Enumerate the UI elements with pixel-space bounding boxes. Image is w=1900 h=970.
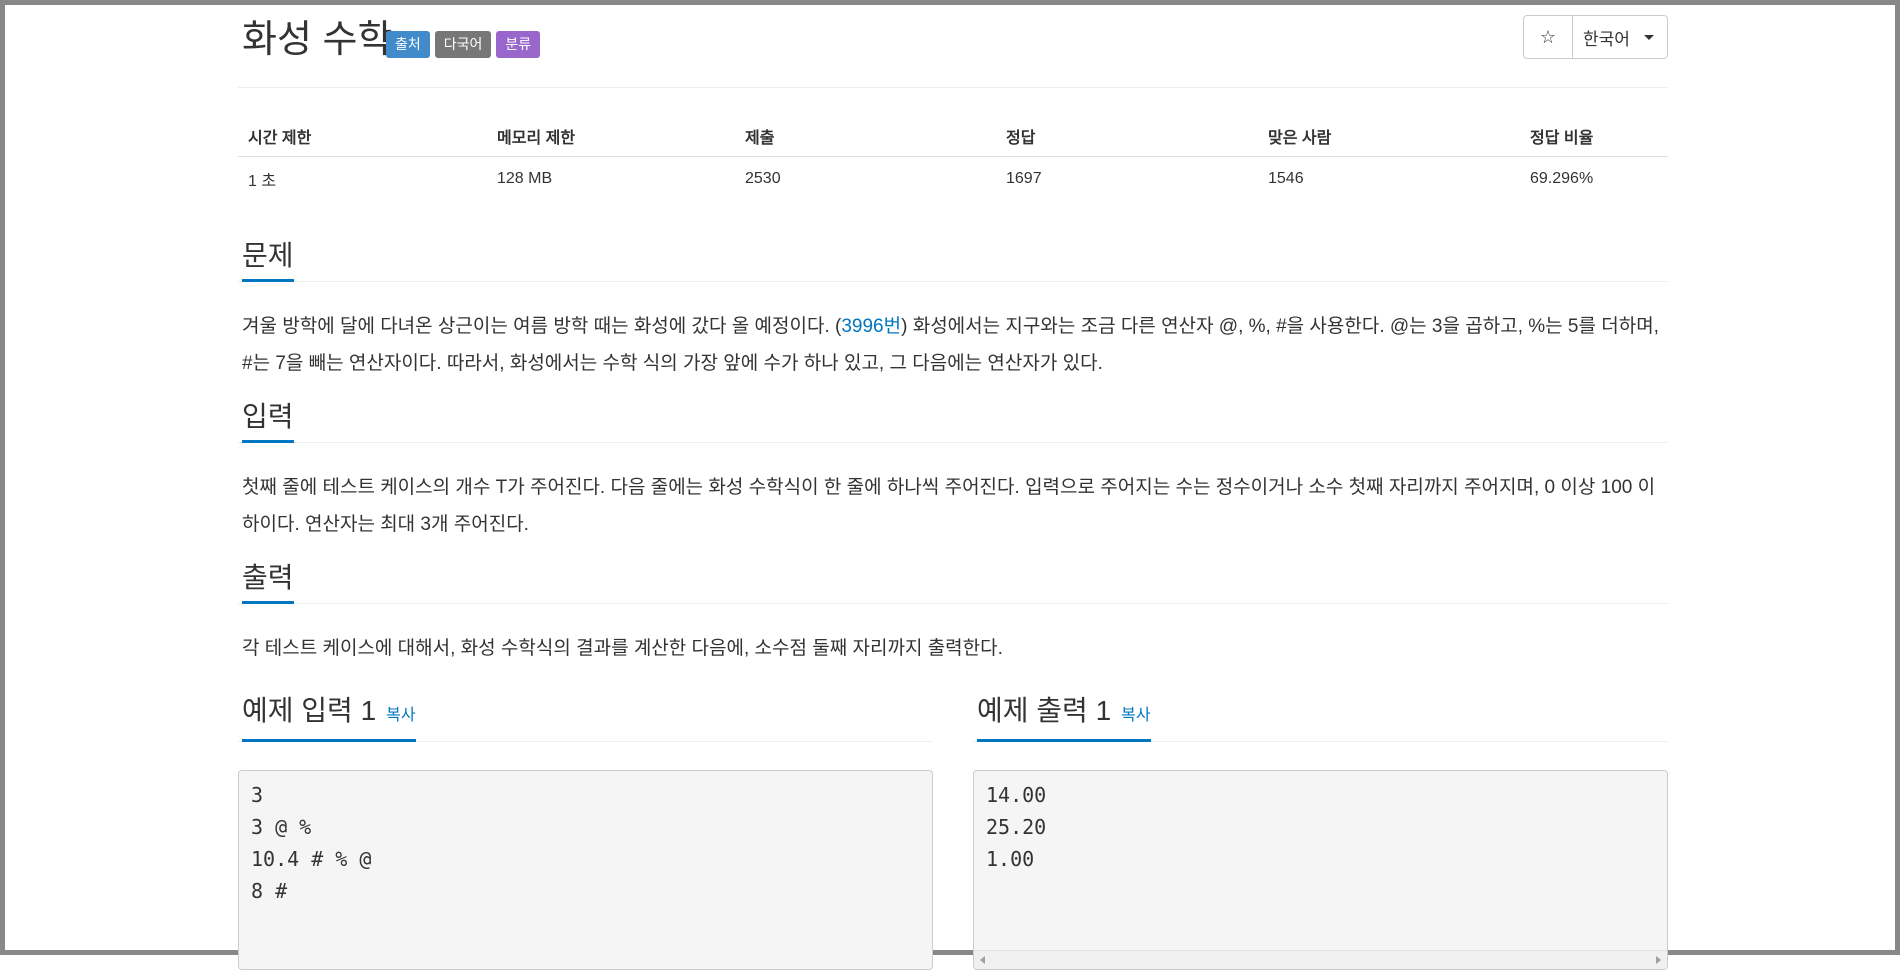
- input-heading: 입력: [242, 400, 294, 443]
- header-actions: ☆ 한국어: [1523, 15, 1668, 59]
- code-line: 25.20: [986, 815, 1047, 839]
- input-section: 입력 첫째 줄에 테스트 케이스의 개수 T가 주어진다. 다음 줄에는 화성 …: [238, 396, 1668, 543]
- stats-header-accepted: 정답: [996, 116, 1258, 157]
- code-line: 8 #: [251, 879, 288, 903]
- section-header: 예제 출력 1 복사: [973, 695, 1668, 742]
- section-header: 문제: [238, 235, 1668, 282]
- stats-header-ratio: 정답 비율: [1520, 116, 1668, 157]
- horizontal-scrollbar[interactable]: [974, 950, 1667, 969]
- sample-input-box[interactable]: 3 3 @ % 10.4 # % @ 8 #: [238, 770, 933, 970]
- code-line: 10.4 # % @: [251, 847, 372, 871]
- source-label[interactable]: 출처: [386, 31, 430, 58]
- stats-time-limit: 1 초: [248, 173, 277, 190]
- scroll-right-icon[interactable]: [1656, 956, 1661, 964]
- stats-solvers: 1546: [1268, 170, 1304, 187]
- category-label[interactable]: 분류: [496, 31, 541, 58]
- sample-input-column: 예제 입력 1 복사 3 3 @ % 10.4 # % @ 8 #: [238, 695, 933, 970]
- problem-description-section: 문제 겨울 방학에 달에 다녀온 상근이는 여름 방학 때는 화성에 갔다 올 …: [238, 235, 1668, 382]
- stats-memory-limit: 128 MB: [497, 170, 553, 187]
- code-line: 3 @ %: [251, 815, 312, 839]
- problem-description: 겨울 방학에 달에 다녀온 상근이는 여름 방학 때는 화성에 갔다 올 예정이…: [238, 282, 1668, 382]
- problem-stats-table: 시간 제한 메모리 제한 제출 정답 맞은 사람 정답 비율 1 초 128 M…: [238, 116, 1668, 201]
- caret-down-icon: [1643, 34, 1654, 40]
- section-header: 예제 입력 1 복사: [238, 695, 933, 742]
- copy-sample-input-button[interactable]: 복사: [386, 699, 415, 733]
- output-description: 각 테스트 케이스에 대해서, 화성 수학식의 결과를 계산한 다음에, 소수점…: [242, 638, 1003, 659]
- problem-heading: 문제: [242, 239, 294, 282]
- problem-page: 화성 수학 출처 다국어 분류 ☆ 한국어 시간 제한 메모리 제한 제출 정답…: [238, 5, 1668, 970]
- section-header: 입력: [238, 396, 1668, 443]
- stats-header-row: 시간 제한 메모리 제한 제출 정답 맞은 사람 정답 비율: [238, 116, 1668, 157]
- scroll-left-icon[interactable]: [980, 956, 985, 964]
- section-header: 출력: [238, 557, 1668, 604]
- language-dropdown[interactable]: 한국어: [1573, 16, 1667, 58]
- problem-labels: 출처 다국어 분류: [386, 31, 541, 58]
- favorite-button[interactable]: ☆: [1524, 16, 1573, 58]
- code-line: 1.00: [986, 847, 1035, 871]
- stats-value-row: 1 초 128 MB 2530 1697 1546 69.296%: [238, 157, 1668, 202]
- output-section: 출력 각 테스트 케이스에 대해서, 화성 수학식의 결과를 계산한 다음에, …: [238, 557, 1668, 667]
- sample-output-title: 예제 출력 1: [977, 695, 1112, 726]
- stats-header-memory-limit: 메모리 제한: [487, 116, 735, 157]
- multilang-label[interactable]: 다국어: [434, 31, 492, 58]
- stats-submissions: 2530: [745, 170, 781, 187]
- language-label: 한국어: [1583, 29, 1630, 49]
- output-heading: 출력: [242, 561, 294, 604]
- stats-header-solvers: 맞은 사람: [1258, 116, 1520, 157]
- code-line: 14.00: [986, 783, 1047, 807]
- sample-input-title: 예제 입력 1: [242, 695, 377, 726]
- input-description: 첫째 줄에 테스트 케이스의 개수 T가 주어진다. 다음 줄에는 화성 수학식…: [242, 477, 1656, 535]
- page-header: 화성 수학 출처 다국어 분류 ☆ 한국어: [238, 5, 1668, 88]
- related-problem-link[interactable]: 3996번: [841, 316, 901, 337]
- copy-sample-output-button[interactable]: 복사: [1121, 699, 1150, 733]
- code-line: 3: [251, 783, 264, 807]
- stats-header-submissions: 제출: [735, 116, 996, 157]
- sample-output-box[interactable]: 14.00 25.20 1.00: [973, 770, 1668, 970]
- stats-ratio: 69.296%: [1530, 170, 1594, 187]
- sample-output-heading: 예제 출력 1 복사: [977, 694, 1151, 742]
- problem-text-before: 겨울 방학에 달에 다녀온 상근이는 여름 방학 때는 화성에 갔다 올 예정이…: [242, 316, 842, 337]
- sample-input-heading: 예제 입력 1 복사: [242, 694, 416, 742]
- page-title: 화성 수학: [242, 19, 393, 61]
- stats-header-time-limit: 시간 제한: [238, 116, 487, 157]
- sample-output-column: 예제 출력 1 복사 14.00 25.20 1.00: [973, 695, 1668, 970]
- samples-row: 예제 입력 1 복사 3 3 @ % 10.4 # % @ 8 # 예제 출력 …: [238, 695, 1668, 970]
- stats-accepted: 1697: [1006, 170, 1042, 187]
- star-icon: ☆: [1539, 26, 1557, 47]
